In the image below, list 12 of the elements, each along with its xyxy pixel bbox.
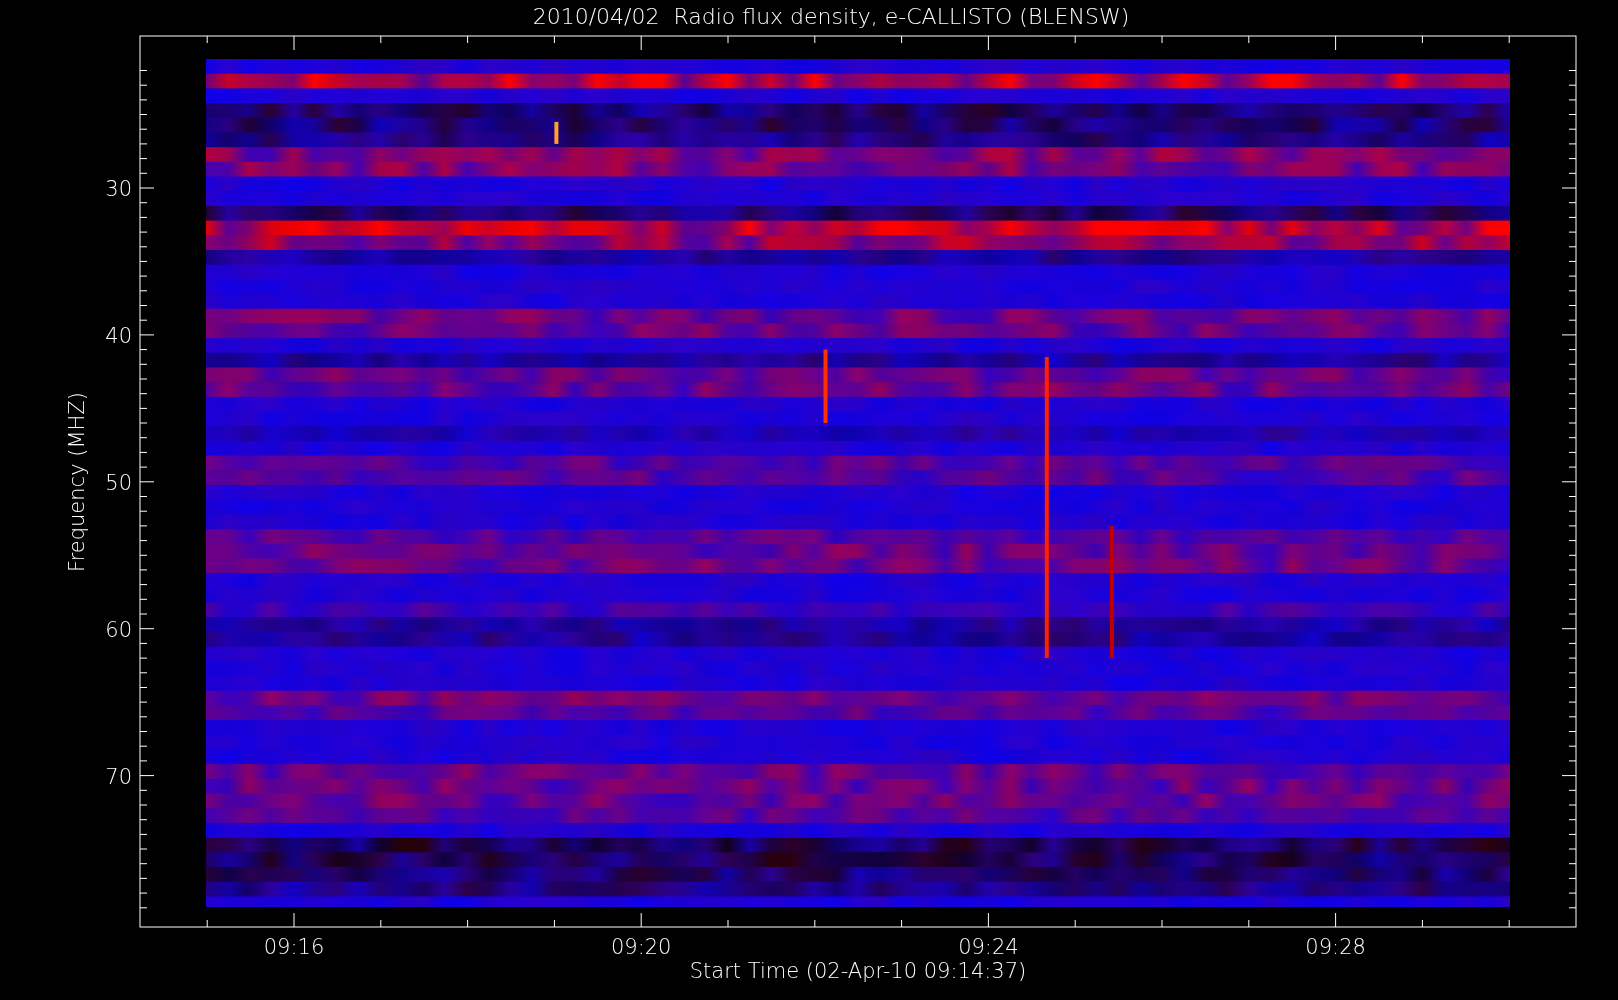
y-tick-label: 30 — [105, 177, 132, 201]
x-tick-label: 09:28 — [1305, 935, 1366, 959]
y-tick-label: 50 — [105, 470, 132, 495]
x-tick-label: 09:24 — [958, 935, 1019, 959]
y-tick-label: 70 — [105, 764, 132, 789]
y-axis-label: Frequency (MHZ) — [65, 392, 89, 572]
x-tick-label: 09:16 — [263, 935, 325, 959]
y-tick-label: 60 — [105, 617, 132, 642]
x-tick-label: 09:20 — [610, 935, 672, 959]
x-axis-label: Start Time (02-Apr-10 09:14:37) — [689, 959, 1027, 983]
y-tick-label: 40 — [105, 323, 132, 348]
chart-title: 2010/04/02 Radio flux density, e-CALLISTO (BLENSW) — [532, 4, 1130, 29]
